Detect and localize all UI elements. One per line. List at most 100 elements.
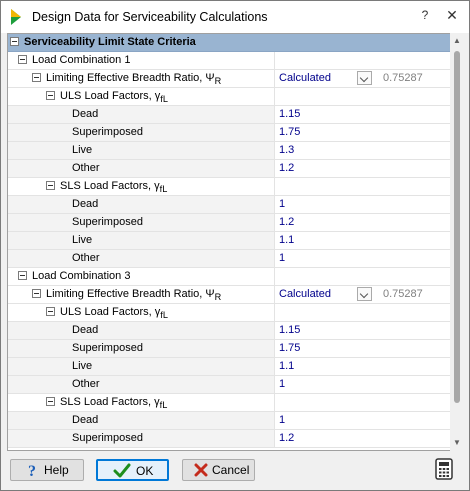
- row-label: Superimposed: [72, 432, 143, 444]
- row-label: Superimposed: [72, 342, 143, 354]
- value-input[interactable]: 1.75: [279, 124, 300, 141]
- tree-label: ULS Load Factors, γfL: [60, 90, 168, 105]
- value-cell[interactable]: 1: [274, 196, 450, 213]
- ratio-select-value[interactable]: Calculated: [279, 70, 331, 87]
- ratio-number: 0.75287: [383, 288, 423, 300]
- table-row[interactable]: Dead 1.15: [8, 106, 450, 124]
- table-row[interactable]: Other 1.2: [8, 160, 450, 178]
- value-input[interactable]: 1.2: [279, 430, 294, 447]
- tree-row-load-combination-1[interactable]: Load Combination 1: [8, 52, 450, 70]
- value-input[interactable]: 1.2: [279, 214, 294, 231]
- value-cell: Calculated 0.75287: [274, 286, 450, 303]
- table-row[interactable]: Other 1: [8, 250, 450, 268]
- table-row[interactable]: Dead 1: [8, 196, 450, 214]
- value-input[interactable]: 1.1: [279, 358, 294, 375]
- value-cell[interactable]: 1.3: [274, 142, 450, 159]
- title-help-button[interactable]: ?: [417, 8, 433, 22]
- tree-label: Load Combination 1: [32, 54, 131, 66]
- value-input[interactable]: 1.15: [279, 322, 300, 339]
- tree-row-load-combination-3[interactable]: Load Combination 3: [8, 268, 450, 286]
- row-label: Live: [72, 144, 93, 156]
- collapse-toggle-icon[interactable]: [46, 91, 55, 100]
- tree-label: ULS Load Factors, γfL: [60, 306, 168, 321]
- close-x-icon: [194, 463, 208, 477]
- cancel-button[interactable]: Cancel: [182, 459, 255, 481]
- value-input[interactable]: 1: [279, 250, 285, 267]
- collapse-toggle-icon[interactable]: [18, 271, 27, 280]
- table-row[interactable]: Superimposed 1.2: [8, 214, 450, 232]
- collapse-toggle-icon[interactable]: [46, 181, 55, 190]
- tree-row-sls-factors[interactable]: SLS Load Factors, γfL: [8, 178, 450, 196]
- close-button[interactable]: ✕: [444, 7, 460, 24]
- table-row[interactable]: Superimposed 1.75: [8, 340, 450, 358]
- row-label: Dead: [72, 414, 99, 426]
- title-bar: Design Data for Serviceability Calculati…: [1, 1, 469, 33]
- property-grid: Serviceability Limit State Criteria Load…: [7, 33, 451, 451]
- row-label: Live: [72, 360, 93, 372]
- value-cell[interactable]: 1: [274, 250, 450, 267]
- value-input[interactable]: 1.1: [279, 232, 294, 249]
- value-cell[interactable]: 1: [274, 412, 450, 429]
- tree-row-uls-factors[interactable]: ULS Load Factors, γfL: [8, 304, 450, 322]
- section-header[interactable]: Serviceability Limit State Criteria: [8, 34, 450, 52]
- value-input[interactable]: 1: [279, 412, 285, 429]
- table-row[interactable]: Dead 1: [8, 412, 450, 430]
- tree-label: SLS Load Factors, γfL: [60, 180, 168, 195]
- window-title: Design Data for Serviceability Calculati…: [32, 10, 268, 24]
- row-label: Superimposed: [72, 126, 143, 138]
- cancel-button-label: Cancel: [212, 463, 250, 477]
- value-cell[interactable]: 1.2: [274, 214, 450, 231]
- scroll-down-arrow-icon[interactable]: ▼: [450, 435, 464, 451]
- value-input[interactable]: 1: [279, 196, 285, 213]
- collapse-toggle-icon[interactable]: [18, 55, 27, 64]
- collapse-toggle-icon[interactable]: [46, 307, 55, 316]
- table-row[interactable]: Live 1.1: [8, 358, 450, 376]
- collapse-toggle-icon[interactable]: [32, 289, 41, 298]
- scrollbar-thumb[interactable]: [454, 51, 460, 403]
- value-cell[interactable]: 1.1: [274, 358, 450, 375]
- row-label: Live: [72, 234, 93, 246]
- scroll-up-arrow-icon[interactable]: ▲: [450, 33, 464, 49]
- table-row[interactable]: Superimposed 1.75: [8, 124, 450, 142]
- value-input[interactable]: 1.15: [279, 106, 300, 123]
- collapse-toggle-icon[interactable]: [32, 73, 41, 82]
- value-cell[interactable]: 1.2: [274, 160, 450, 177]
- value-cell[interactable]: 1.75: [274, 124, 450, 141]
- table-row[interactable]: Live 1.1: [8, 232, 450, 250]
- chevron-down-icon[interactable]: [357, 287, 372, 301]
- table-row[interactable]: Dead 1.15: [8, 322, 450, 340]
- checkmark-icon: [113, 463, 131, 478]
- tree-row-sls-factors[interactable]: SLS Load Factors, γfL: [8, 394, 450, 412]
- row-label: Superimposed: [72, 216, 143, 228]
- value-cell[interactable]: 1.2: [274, 430, 450, 447]
- value-cell[interactable]: 1.15: [274, 322, 450, 339]
- ratio-select-value[interactable]: Calculated: [279, 286, 331, 303]
- collapse-toggle-icon[interactable]: [46, 397, 55, 406]
- row-label: Other: [72, 252, 100, 264]
- vertical-scrollbar[interactable]: ▲ ▼: [450, 33, 464, 451]
- value-input[interactable]: 1.2: [279, 160, 294, 177]
- tree-label: Limiting Effective Breadth Ratio, ΨR: [46, 288, 222, 303]
- value-cell[interactable]: 1.15: [274, 106, 450, 123]
- value-input[interactable]: 1.75: [279, 340, 300, 357]
- dialog-window: Design Data for Serviceability Calculati…: [0, 0, 470, 491]
- value-input[interactable]: 1.3: [279, 142, 294, 159]
- table-row[interactable]: Other 1: [8, 376, 450, 394]
- collapse-toggle-icon[interactable]: [10, 37, 19, 46]
- tree-row-uls-factors[interactable]: ULS Load Factors, γfL: [8, 88, 450, 106]
- value-input[interactable]: 1: [279, 376, 285, 393]
- help-button[interactable]: ? Help: [10, 459, 84, 481]
- value-cell: [274, 178, 450, 195]
- tree-row-limiting-ratio[interactable]: Limiting Effective Breadth Ratio, ΨR Cal…: [8, 286, 450, 304]
- value-cell[interactable]: 1: [274, 376, 450, 393]
- value-cell[interactable]: 1.75: [274, 340, 450, 357]
- value-cell: Calculated 0.75287: [274, 70, 450, 87]
- tree-row-limiting-ratio[interactable]: Limiting Effective Breadth Ratio, ΨR Cal…: [8, 70, 450, 88]
- table-row[interactable]: Live 1.3: [8, 142, 450, 160]
- table-row[interactable]: Superimposed 1.2: [8, 430, 450, 448]
- value-cell[interactable]: 1.1: [274, 232, 450, 249]
- ok-button[interactable]: OK: [96, 459, 169, 481]
- chevron-down-icon[interactable]: [357, 71, 372, 85]
- question-mark-icon: ?: [28, 463, 36, 478]
- calculator-icon[interactable]: [435, 458, 453, 480]
